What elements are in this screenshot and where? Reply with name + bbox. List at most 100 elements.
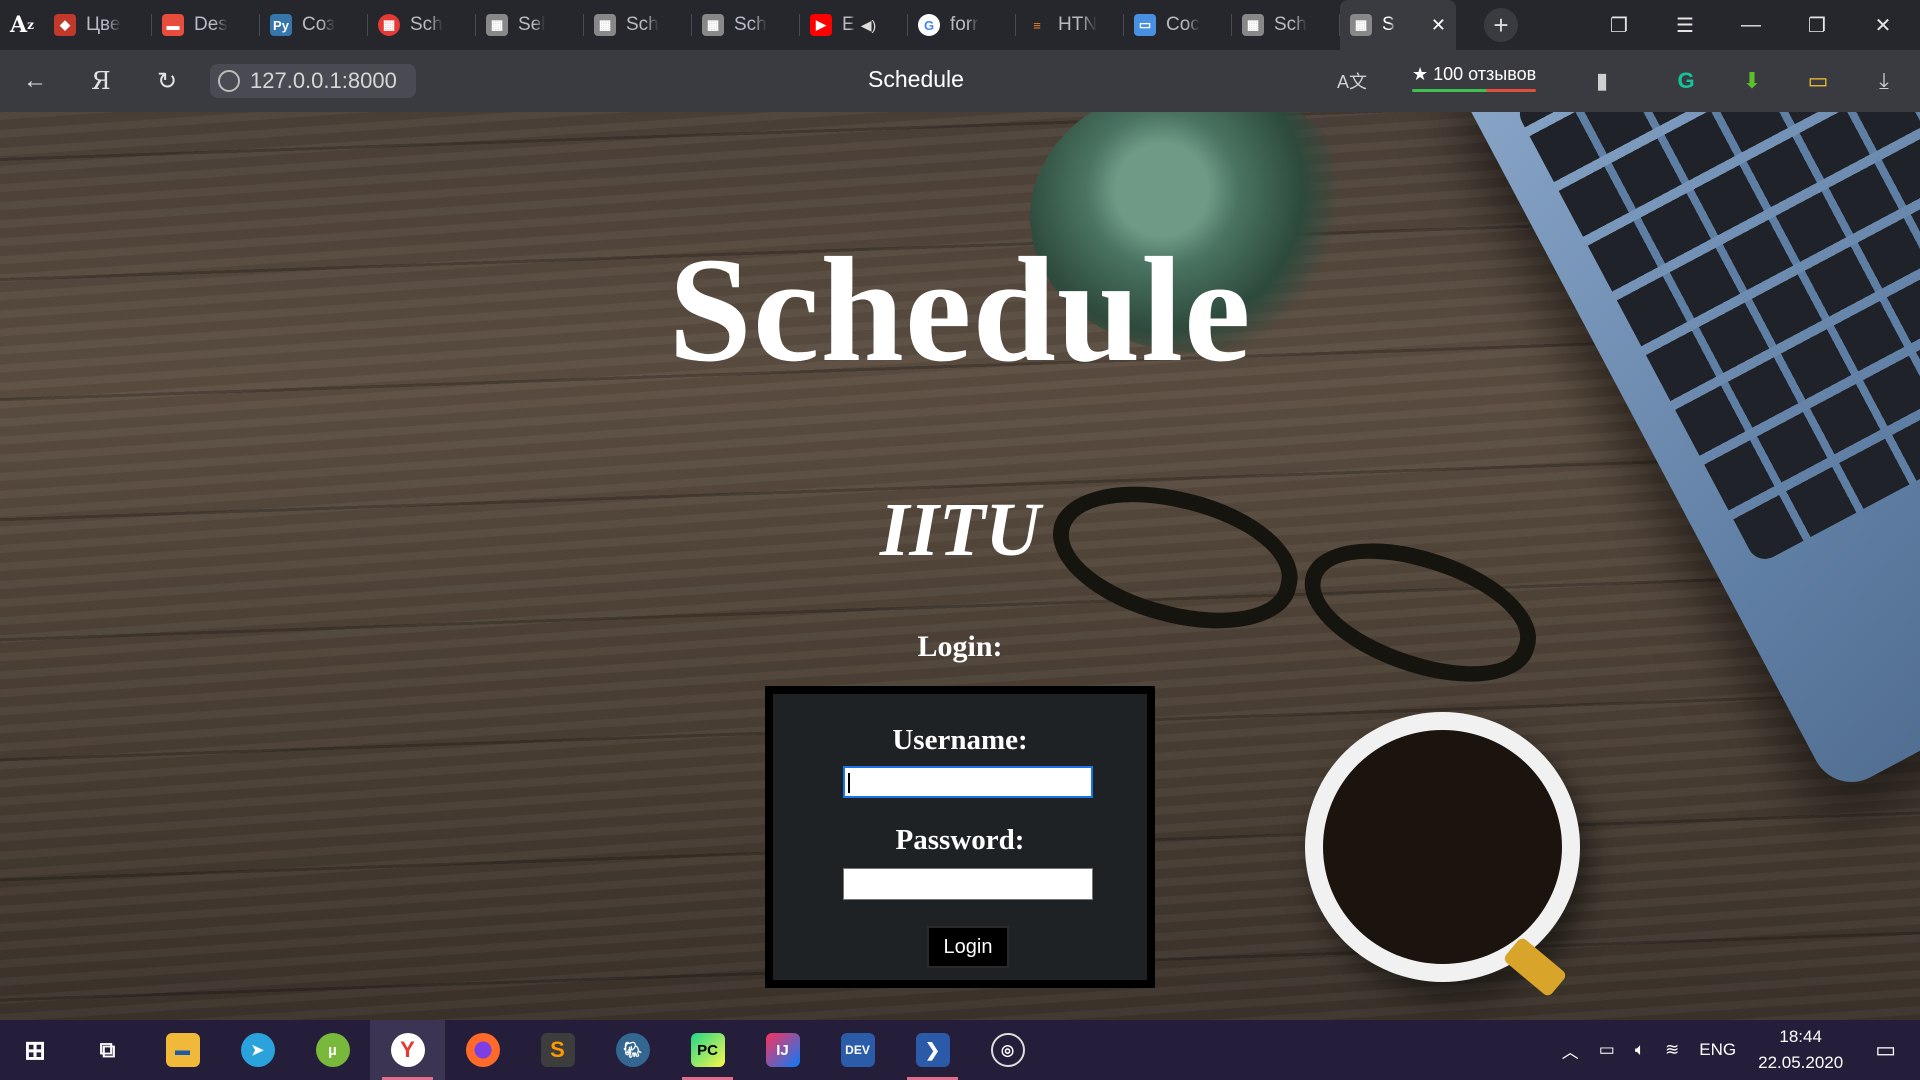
yandex-logo-icon[interactable]: Я [82, 62, 120, 100]
hero-title: Schedule [668, 227, 1252, 393]
windows-taskbar: ⊞ ⧉ ▬ ➤ µ Y S 🐘︎ PC IJ DEV ❯ ◎ ︿ ▭ 🔈︎ ≋ … [0, 1020, 1920, 1080]
start-button[interactable]: ⊞ [0, 1020, 70, 1080]
browser-tab[interactable]: ▦ Sch [368, 0, 476, 50]
back-button[interactable]: ← [16, 62, 54, 100]
bookmarks-panel-icon[interactable]: ❐ [1586, 0, 1652, 50]
intellij-icon: IJ [765, 1033, 800, 1067]
browser-tab[interactable]: ▶ E ◀) [800, 0, 908, 50]
table-icon: ▦ [702, 14, 724, 36]
close-window-button[interactable]: ✕ [1850, 0, 1916, 50]
menu-icon[interactable]: ☰ [1652, 0, 1718, 50]
globe-icon [218, 70, 240, 92]
browser-tab[interactable]: ▦ Sch [584, 0, 692, 50]
yandex-browser-icon: Y [390, 1033, 425, 1067]
taskbar-app-utorrent[interactable]: µ [295, 1020, 370, 1080]
volume-icon[interactable]: 🔈︎ [1635, 1040, 1645, 1060]
table-icon: ▦ [486, 14, 508, 36]
page-viewport: Schedule IITU Login: Username: Password:… [0, 112, 1920, 1020]
task-view-button[interactable]: ⧉ [70, 1020, 145, 1080]
clock[interactable]: 18:44 22.05.2020 [1758, 1024, 1843, 1076]
taskbar-app-obs[interactable]: ◎ [970, 1020, 1045, 1080]
notifications-icon[interactable]: ▭ [1875, 1037, 1896, 1063]
google-icon: G [918, 14, 940, 36]
password-field[interactable] [843, 868, 1093, 900]
restore-button[interactable]: ❐ [1784, 0, 1850, 50]
new-tab-button[interactable]: + [1484, 8, 1518, 42]
speaker-icon[interactable]: ◀) [861, 17, 876, 34]
utorrent-icon: µ [315, 1033, 350, 1067]
close-tab-icon[interactable]: ✕ [1431, 15, 1446, 36]
task-view-icon: ⧉ [99, 1037, 116, 1062]
clock-date: 22.05.2020 [1758, 1053, 1844, 1072]
page-title: Schedule [868, 66, 964, 92]
translate-icon[interactable]: A文 [1334, 63, 1370, 99]
browser-tab[interactable]: ▬ Des [152, 0, 260, 50]
browser-tab-active[interactable]: ▦ S ✕ [1340, 0, 1456, 50]
browser-tab[interactable]: ▦ Sel [476, 0, 584, 50]
table-icon: ▦ [594, 14, 616, 36]
address-bar: ← Я ↻ 127.0.0.1:8000 Schedule A文 ★ 100 о… [0, 50, 1920, 112]
calendar-icon: ▦ [378, 14, 400, 36]
folder-icon: ▬ [165, 1033, 200, 1067]
url-field[interactable]: 127.0.0.1:8000 [210, 64, 416, 98]
reader-mode-icon[interactable]: Az [0, 0, 44, 50]
text-caret [848, 773, 850, 793]
python-icon: Py [270, 14, 292, 36]
browser-tab[interactable]: ≡ HTN [1016, 0, 1124, 50]
powershell-icon: ❯ [915, 1033, 950, 1067]
login-heading: Login: [917, 630, 1003, 663]
devcpp-icon: DEV [840, 1033, 875, 1067]
postgres-icon: 🐘︎ [615, 1033, 650, 1067]
browser-tab[interactable]: G forr [908, 0, 1016, 50]
browser-tab[interactable]: ◆ Цве [44, 0, 152, 50]
bookmark-icon[interactable]: ▮ [1584, 63, 1620, 99]
system-tray: ︿ ▭ 🔈︎ ≋ ENG 18:44 22.05.2020 ▭ [1552, 1020, 1920, 1080]
table-icon: ▦ [1242, 14, 1264, 36]
username-label: Username: [892, 724, 1028, 756]
taskbar-app-yandex-browser[interactable]: Y [370, 1020, 445, 1080]
windows-icon: ⊞ [24, 1034, 46, 1065]
browser-tab[interactable]: ▭ Coc [1124, 0, 1232, 50]
taskbar-app-powershell[interactable]: ❯ [895, 1020, 970, 1080]
browser-tab[interactable]: Py Соз [260, 0, 368, 50]
sublime-text-icon: S [540, 1033, 575, 1067]
taskbar-app-firefox[interactable] [445, 1020, 520, 1080]
reviews-badge[interactable]: ★ 100 отзывов [1412, 64, 1537, 92]
table-icon: ▦ [1350, 14, 1372, 36]
downloads-icon[interactable]: ⤓ [1866, 63, 1902, 99]
taskbar-app-devcpp[interactable]: DEV [820, 1020, 895, 1080]
battery-icon[interactable]: ▭ [1599, 1040, 1615, 1060]
youtube-icon: ▶ [810, 14, 832, 36]
wifi-icon[interactable]: ≋ [1665, 1040, 1679, 1060]
clock-time: 18:44 [1779, 1027, 1822, 1046]
stackoverflow-icon: ≡ [1033, 17, 1041, 33]
taskbar-app-intellij[interactable]: IJ [745, 1020, 820, 1080]
chevron-up-icon[interactable]: ︿ [1562, 1038, 1579, 1063]
laptop-image [1450, 112, 1920, 797]
battery-icon[interactable]: ▭ [1800, 63, 1836, 99]
login-button[interactable]: Login [927, 926, 1009, 968]
clapper-icon: ▬ [162, 14, 184, 36]
taskbar-app-telegram[interactable]: ➤ [220, 1020, 295, 1080]
bag-icon: ◆ [54, 14, 76, 36]
chat-icon: ▭ [1134, 14, 1156, 36]
coffee-mug-image [1305, 712, 1580, 998]
taskbar-app-sublime-text[interactable]: S [520, 1020, 595, 1080]
minimize-button[interactable]: — [1718, 0, 1784, 50]
taskbar-app-pgadmin[interactable]: 🐘︎ [595, 1020, 670, 1080]
download-helper-icon[interactable]: ⬇ [1734, 63, 1770, 99]
hero-subtitle: IITU [879, 488, 1041, 572]
obs-icon: ◎ [990, 1033, 1025, 1067]
username-field[interactable] [843, 766, 1093, 798]
rating-bar [1412, 89, 1537, 92]
taskbar-app-pycharm[interactable]: PC [670, 1020, 745, 1080]
language-indicator[interactable]: ENG [1699, 1040, 1736, 1060]
login-form: Username: Password: Login [765, 686, 1155, 988]
reload-button[interactable]: ↻ [148, 62, 186, 100]
telegram-icon: ➤ [240, 1033, 275, 1067]
grammarly-icon[interactable]: G [1668, 63, 1704, 99]
browser-tab[interactable]: ▦ Sch [692, 0, 800, 50]
browser-tab[interactable]: ▦ Sch [1232, 0, 1340, 50]
taskbar-app-file-explorer[interactable]: ▬ [145, 1020, 220, 1080]
browser-tab-strip: Az ◆ Цве ▬ Des Py Соз ▦ Sch ▦ Sel ▦ Sch … [0, 0, 1920, 50]
